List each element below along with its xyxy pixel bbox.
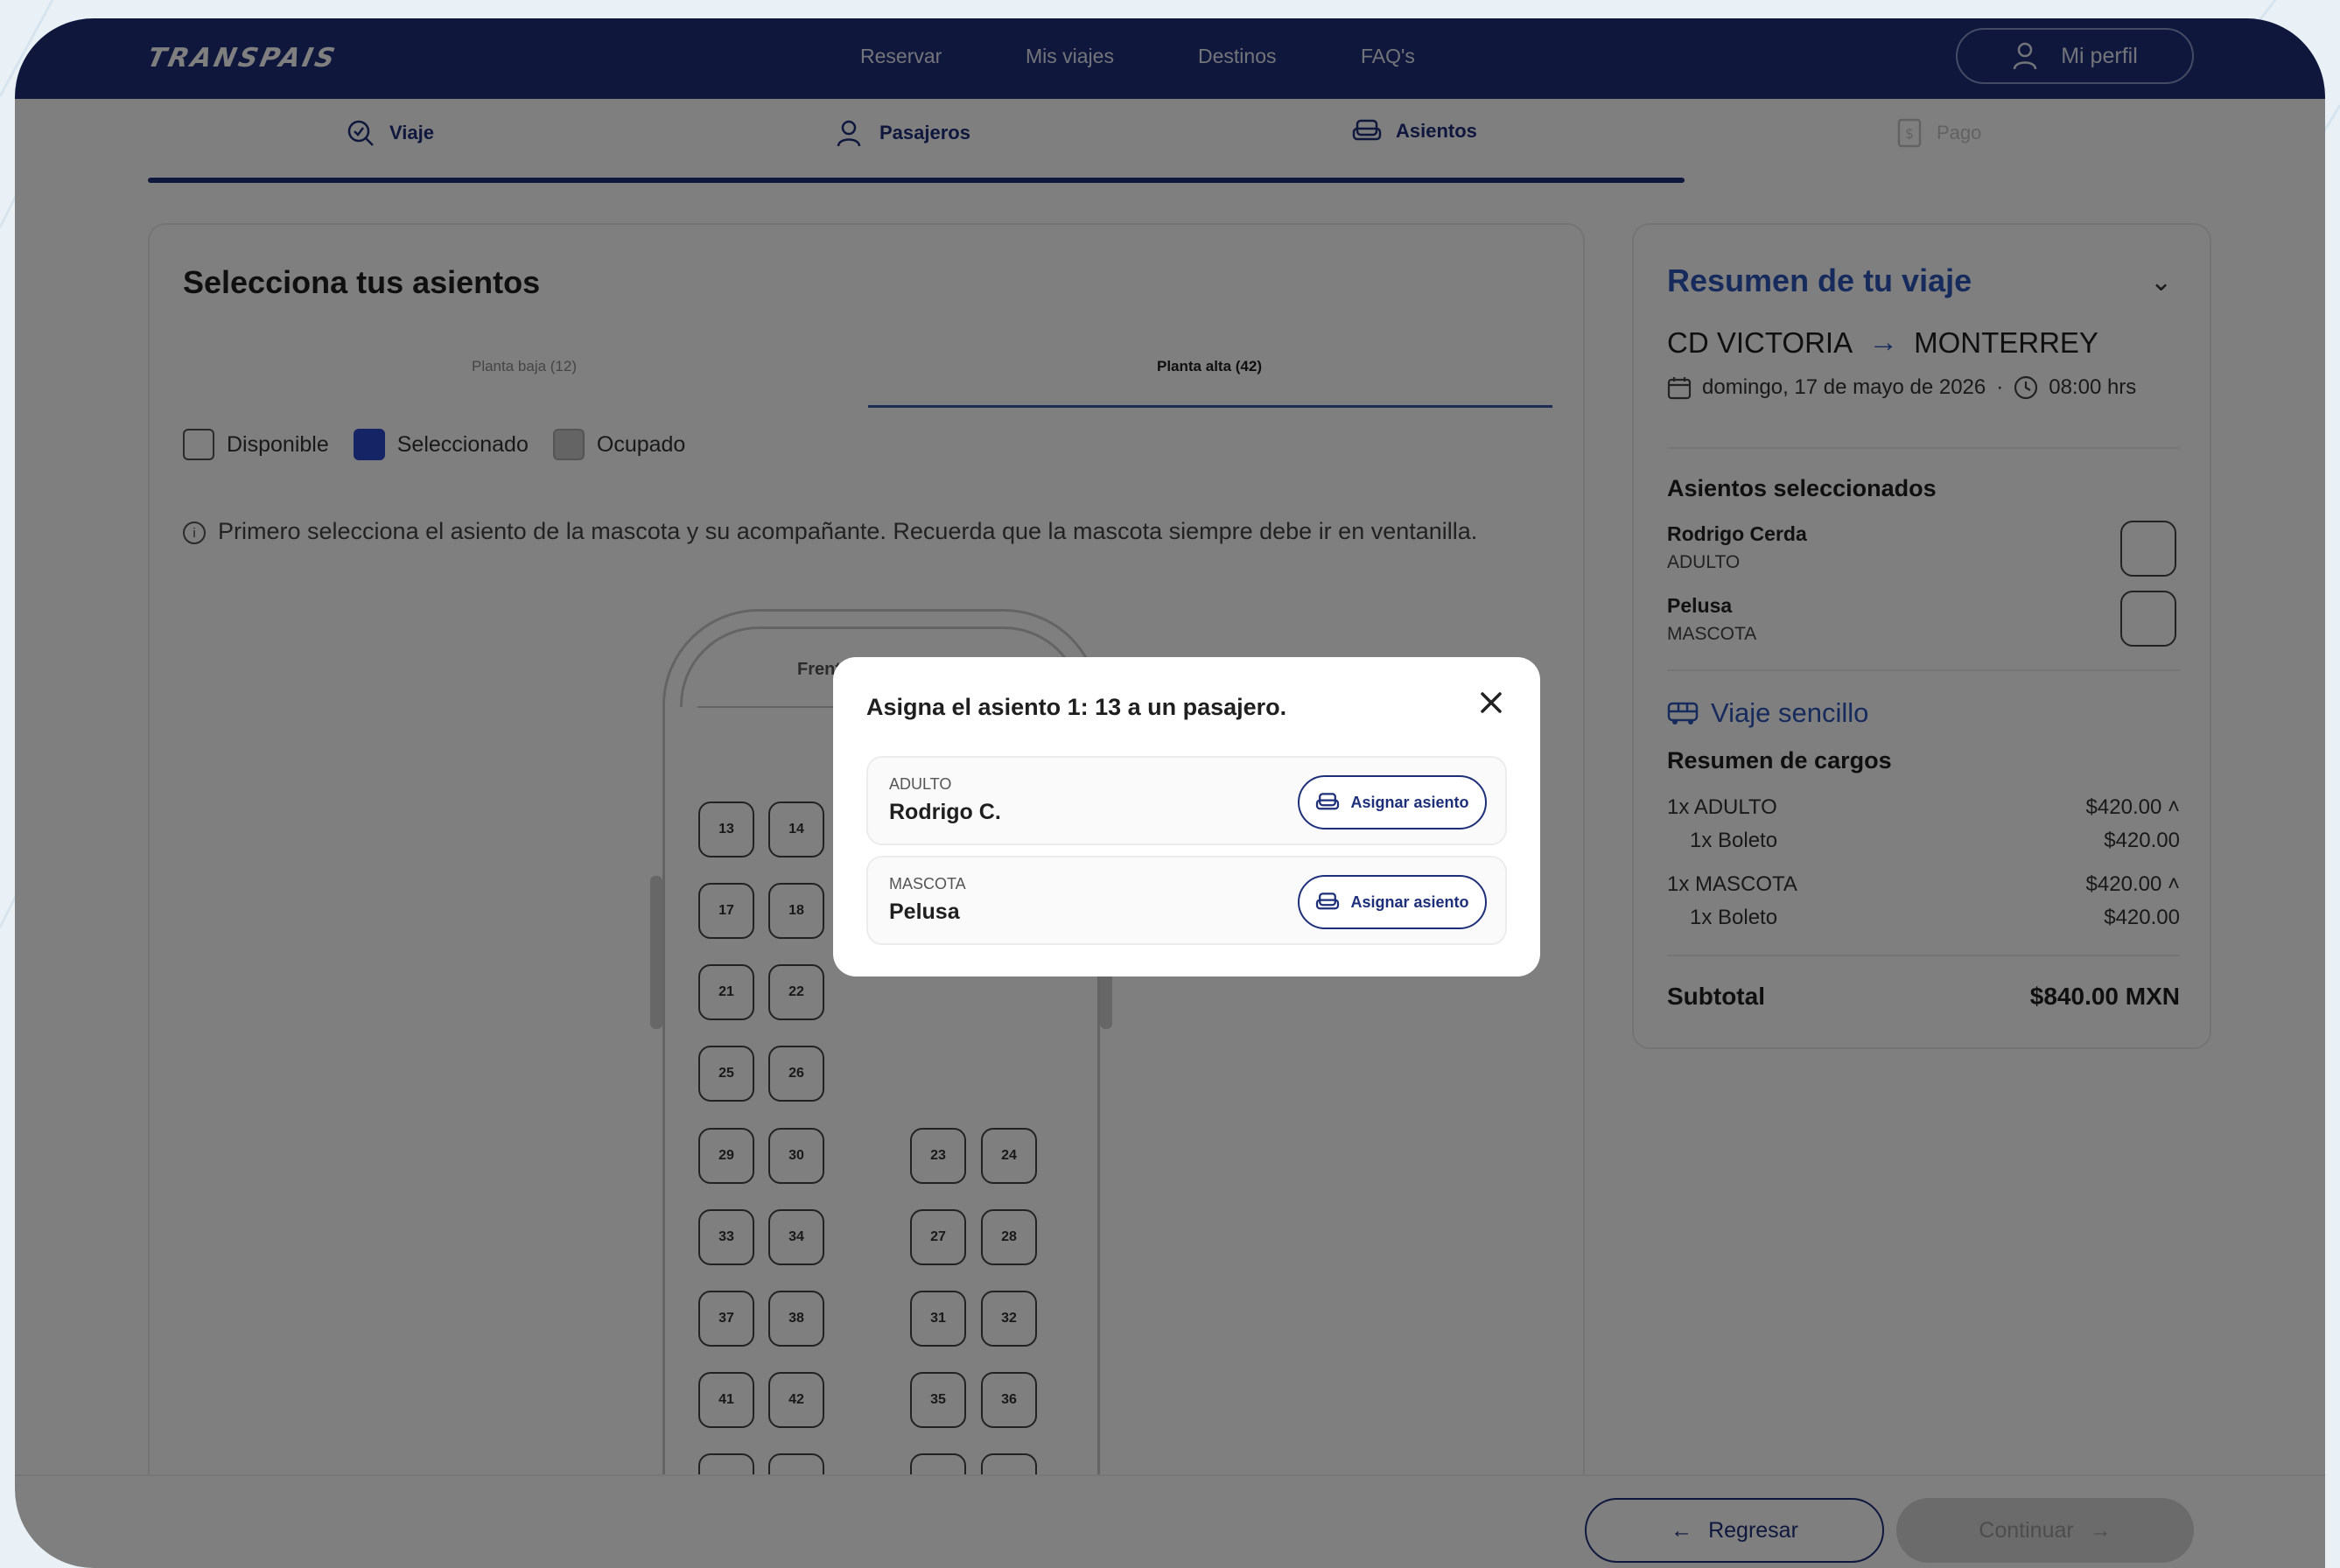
passenger-name: Pelusa xyxy=(889,900,960,924)
assign-seat-label: Asignar asiento xyxy=(1350,892,1469,911)
passenger-option: ADULTO Rodrigo C. Asignar asiento xyxy=(866,756,1507,845)
app-window: Transpais Reservar Mis viajes Destinos F… xyxy=(15,18,2325,1568)
close-icon[interactable] xyxy=(1474,685,1509,720)
assign-seat-modal: Asigna el asiento 1: 13 a un pasajero. A… xyxy=(833,657,1540,976)
passenger-type: ADULTO xyxy=(889,775,952,793)
passenger-type: MASCOTA xyxy=(889,875,966,892)
assign-seat-button[interactable]: Asignar asiento xyxy=(1298,875,1487,929)
modal-title: Asigna el asiento 1: 13 a un pasajero. xyxy=(866,694,1287,720)
passenger-name: Rodrigo C. xyxy=(889,800,1001,824)
passenger-option: MASCOTA Pelusa Asignar asiento xyxy=(866,856,1507,945)
seat-icon xyxy=(1316,892,1340,910)
seat-icon xyxy=(1316,793,1340,810)
assign-seat-button[interactable]: Asignar asiento xyxy=(1298,775,1487,830)
assign-seat-label: Asignar asiento xyxy=(1350,793,1469,811)
